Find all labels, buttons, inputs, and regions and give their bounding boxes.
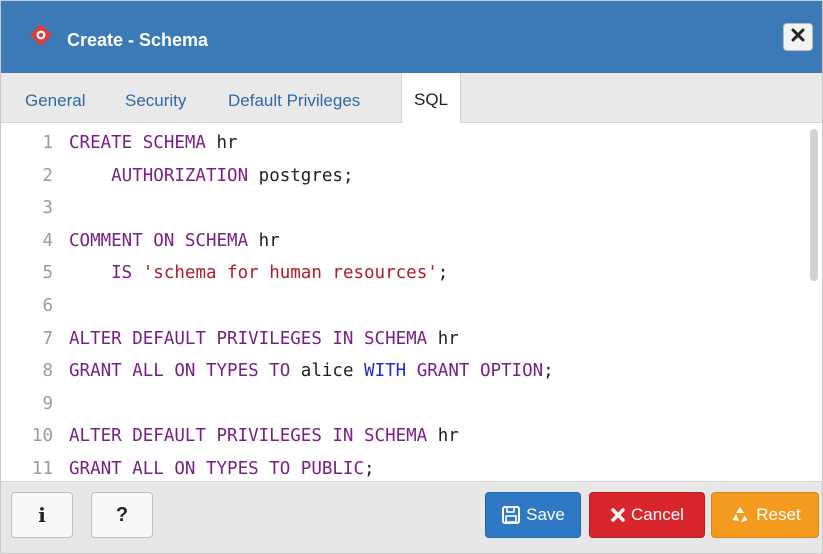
line-number: 4: [42, 230, 53, 251]
code-token: hr: [248, 230, 280, 251]
line-number: 5: [42, 263, 53, 284]
code-text: COMMENT ON SCHEMA hr: [69, 225, 280, 257]
code-token: hr: [427, 426, 459, 447]
line-number: 6: [42, 296, 53, 316]
code-token: ;: [437, 263, 449, 284]
code-line: 6: [1, 290, 801, 322]
tab-sql[interactable]: SQL: [401, 73, 462, 124]
cancel-label: Cancel: [631, 505, 684, 524]
dialog-title: Create - Schema: [67, 30, 209, 50]
code-token: hr: [427, 328, 459, 349]
code-text: ALTER DEFAULT PRIVILEGES IN SCHEMA hr: [69, 420, 459, 452]
code-token: ;: [543, 361, 554, 382]
info-icon: i: [38, 503, 46, 527]
code-token: WITH: [364, 361, 407, 382]
code-token: alice: [290, 361, 365, 382]
tab-security[interactable]: Security: [125, 91, 186, 111]
info-button[interactable]: i: [11, 492, 73, 538]
line-number: 1: [42, 133, 53, 153]
code-text: AUTHORIZATION postgres;: [69, 160, 353, 192]
save-label: Save: [526, 505, 565, 524]
code-text: GRANT ALL ON TYPES TO PUBLIC;: [69, 453, 375, 481]
code-token: ALTER DEFAULT PRIVILEGES IN SCHEMA: [69, 426, 428, 447]
dialog-footer: i ? Save Cancel Reset: [1, 481, 822, 553]
code-token: GRANT OPTION: [406, 361, 544, 382]
code-token: ;: [364, 459, 375, 479]
pgadmin-logo-icon: [29, 23, 53, 47]
code-token: COMMENT ON SCHEMA: [69, 230, 249, 251]
code-text: CREATE SCHEMA hr: [69, 127, 238, 159]
sql-editor[interactable]: 1 CREATE SCHEMA hr 2 AUTHORIZATION postgre…: [1, 123, 822, 481]
line-number: 7: [42, 328, 53, 349]
code-token: postgres;: [248, 165, 354, 186]
code-token: ALTER DEFAULT PRIVILEGES IN SCHEMA: [69, 328, 428, 349]
line-number: 3: [42, 198, 53, 219]
code-line: 4 COMMENT ON SCHEMA hr: [1, 225, 801, 257]
code-token: GRANT ALL ON TYPES TO PUBLIC: [69, 459, 365, 479]
code-token: GRANT ALL ON TYPES TO: [69, 361, 291, 382]
reset-button[interactable]: Reset: [711, 492, 819, 538]
line-number: 11: [31, 459, 53, 479]
code-line: 3: [1, 192, 801, 224]
line-number: 8: [42, 361, 53, 382]
code-text: IS 'schema for human resources';: [69, 257, 448, 289]
recycle-icon: [729, 504, 751, 526]
code-line: 5 IS 'schema for human resources';: [1, 257, 801, 289]
help-icon: ?: [115, 503, 129, 526]
save-icon: [501, 505, 521, 525]
tab-default-privileges[interactable]: Default Privileges: [228, 91, 360, 111]
editor-scrollbar[interactable]: [810, 129, 818, 281]
code-token: hr: [205, 133, 238, 153]
code-text: GRANT ALL ON TYPES TO alice WITH GRANT O…: [69, 355, 554, 387]
reset-label: Reset: [756, 505, 801, 524]
code-line: 9: [1, 388, 801, 420]
code-line: 8 GRANT ALL ON TYPES TO alice WITH GRANT …: [1, 355, 801, 387]
code-line: 1 CREATE SCHEMA hr: [1, 127, 801, 159]
code-text: ALTER DEFAULT PRIVILEGES IN SCHEMA hr: [69, 323, 459, 355]
code-line: 7 ALTER DEFAULT PRIVILEGES IN SCHEMA hr: [1, 323, 801, 355]
dialog-titlebar[interactable]: Create - Schema: [1, 1, 822, 73]
tab-general[interactable]: General: [25, 91, 85, 111]
code-token: CREATE SCHEMA: [69, 133, 206, 153]
code-token: IS: [69, 263, 143, 284]
code-line: 2 AUTHORIZATION postgres;: [1, 160, 801, 192]
save-button[interactable]: Save: [485, 492, 581, 538]
cancel-icon: [610, 507, 626, 523]
code-line: 10 ALTER DEFAULT PRIVILEGES IN SCHEMA hr: [1, 420, 801, 452]
close-button[interactable]: [783, 23, 813, 51]
code-line: 11 GRANT ALL ON TYPES TO PUBLIC;: [1, 453, 801, 481]
line-number: 2: [42, 165, 53, 186]
code-token: AUTHORIZATION: [69, 165, 249, 186]
create-schema-dialog: Create - Schema General Security Default…: [0, 0, 823, 554]
help-button[interactable]: ?: [91, 492, 153, 538]
line-number: 10: [31, 426, 53, 447]
line-number: 9: [42, 393, 53, 414]
code-token: 'schema for human resources': [142, 263, 438, 284]
close-icon: [791, 28, 805, 47]
cancel-button[interactable]: Cancel: [589, 492, 705, 538]
tab-bar: General Security Default Privileges SQL: [1, 73, 822, 124]
